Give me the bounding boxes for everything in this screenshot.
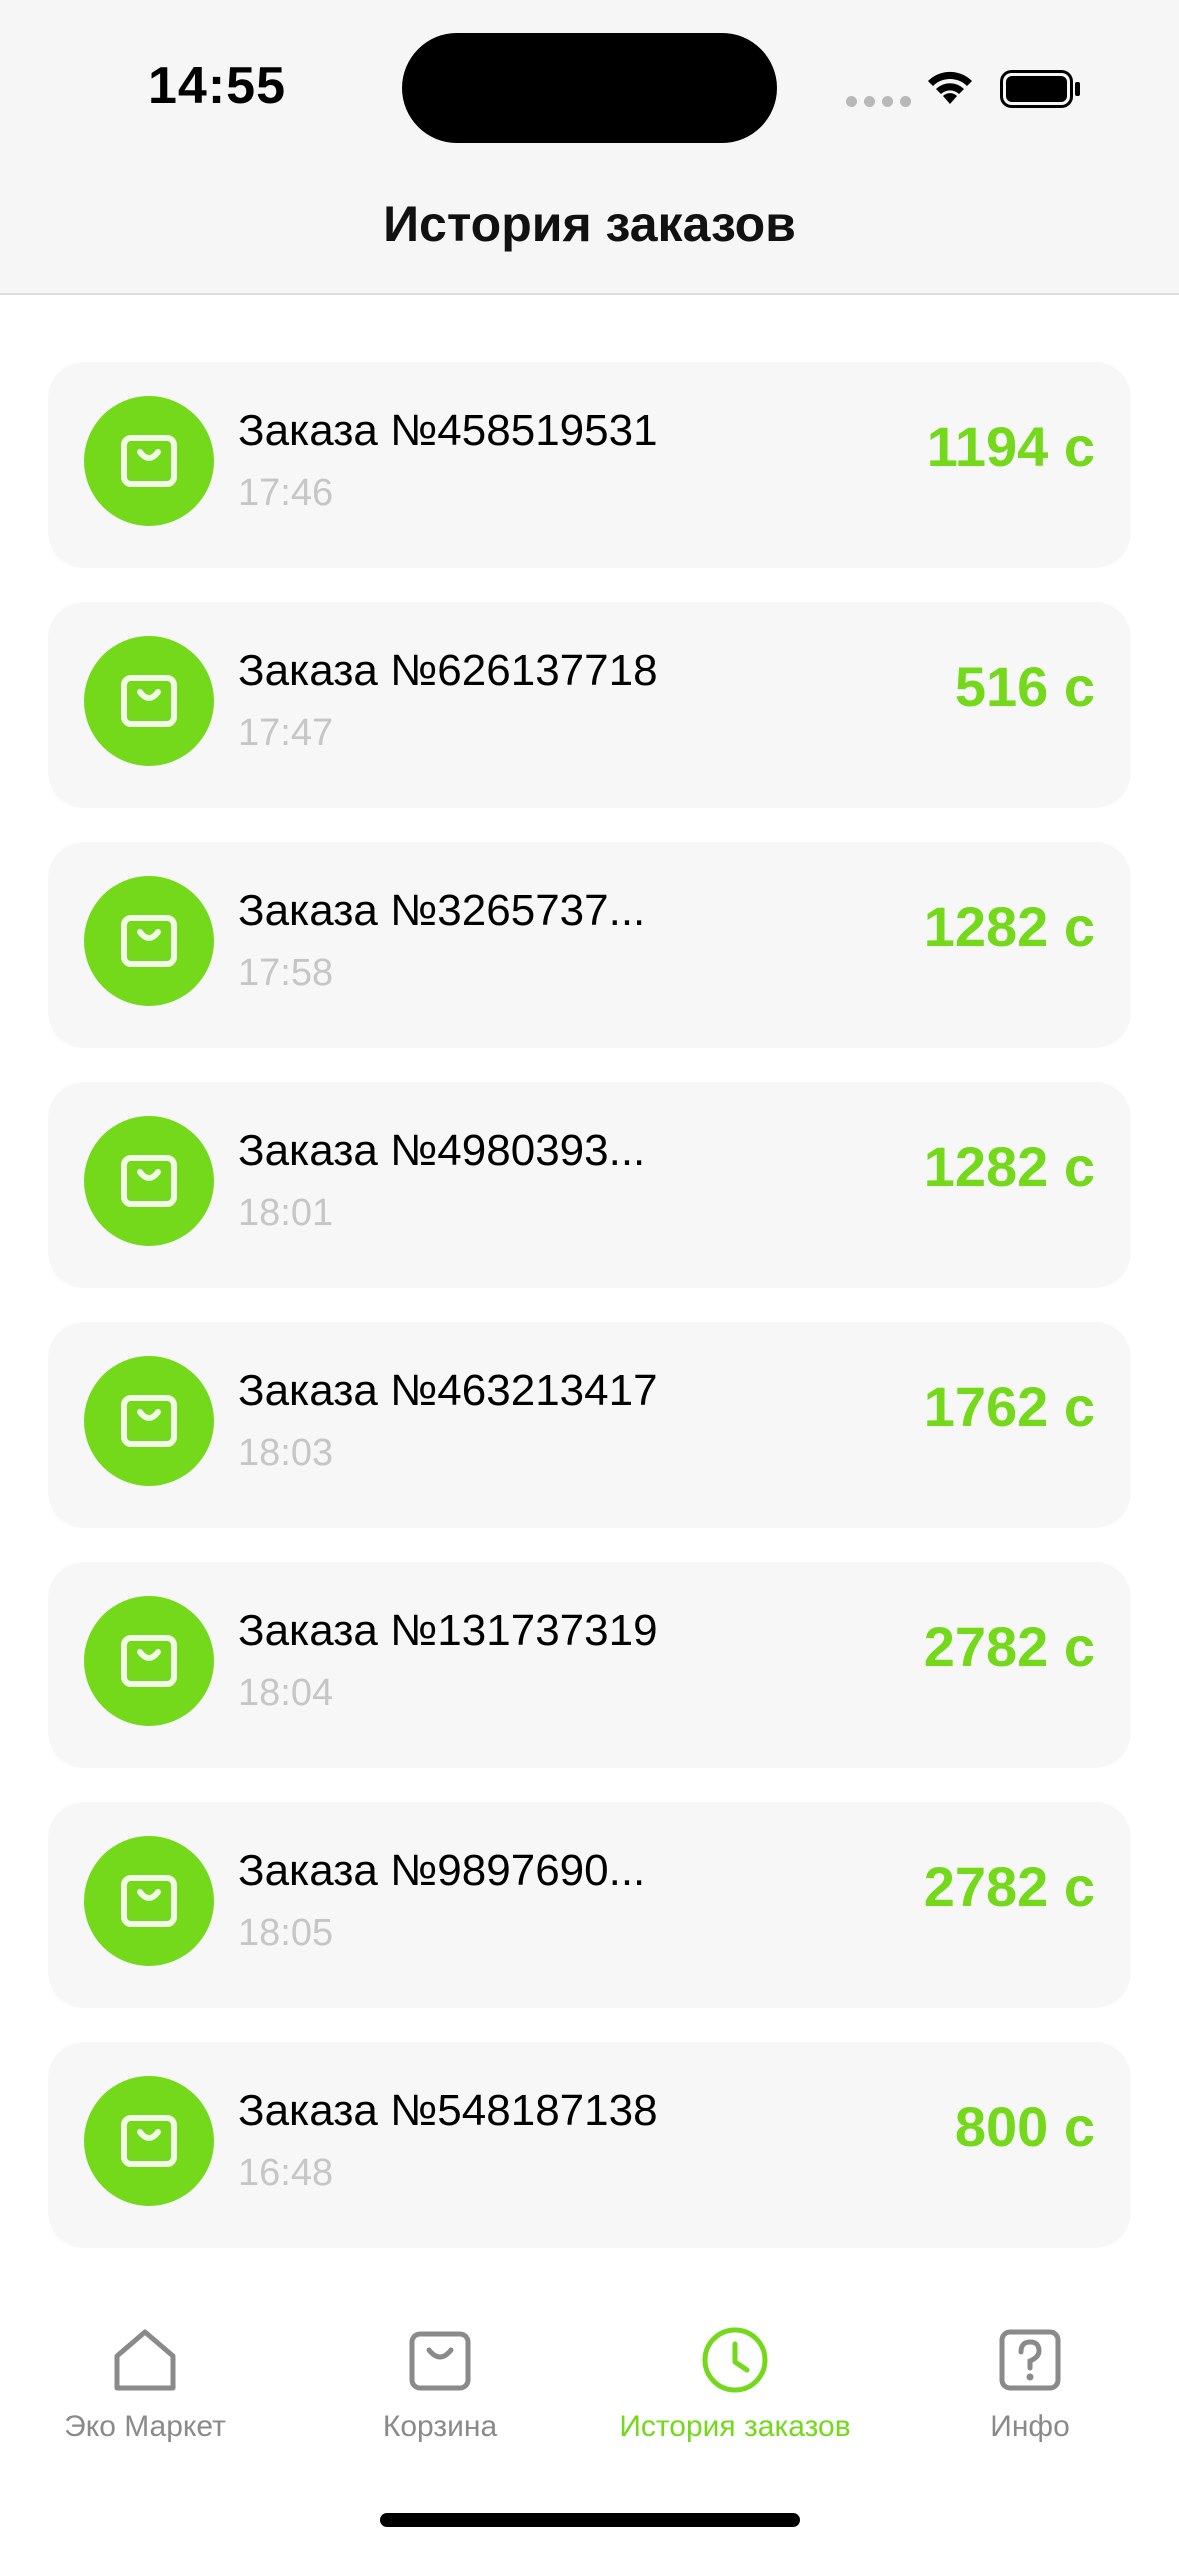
tab-label: История заказов: [619, 2410, 851, 2443]
page-title: История заказов: [383, 196, 796, 252]
order-card[interactable]: Заказа №548187138 16:48 800 с: [48, 2042, 1131, 2248]
order-title: Заказа №548187138: [238, 2086, 658, 2135]
order-title: Заказа №131737319: [238, 1606, 658, 1655]
order-card[interactable]: Заказа №458519531 17:46 1194 с: [48, 362, 1131, 568]
order-title: Заказа №626137718: [238, 646, 658, 695]
order-price: 2782 с: [923, 1855, 1095, 1918]
order-card[interactable]: Заказа №3265737... 17:58 1282 с: [48, 842, 1131, 1048]
order-title: Заказа №9897690...: [238, 1846, 646, 1895]
home-icon: [114, 2329, 176, 2391]
order-time: 18:01: [238, 1192, 334, 1234]
tab-label: Инфо: [990, 2410, 1070, 2443]
bag-icon: [121, 1875, 177, 1927]
order-time: 18:04: [238, 1672, 334, 1714]
order-title: Заказа №4980393...: [238, 1126, 646, 1175]
order-price: 1282 с: [923, 1135, 1095, 1198]
order-badge: [84, 636, 214, 766]
bag-icon: [121, 435, 177, 487]
order-card[interactable]: Заказа №626137718 17:47 516 с: [48, 602, 1131, 808]
order-badge: [84, 1116, 214, 1246]
tab-eco-market[interactable]: Эко Маркет: [0, 2322, 290, 2444]
home-indicator[interactable]: [380, 2513, 800, 2527]
order-price: 1194 с: [926, 415, 1095, 478]
order-card[interactable]: Заказа №131737319 18:04 2782 с: [48, 1562, 1131, 1768]
order-price: 1282 с: [923, 895, 1095, 958]
dynamic-island: [402, 33, 777, 143]
order-badge: [84, 1596, 214, 1726]
bag-icon: [121, 675, 177, 727]
top-bar: 14:55 История заказов: [0, 0, 1179, 295]
order-time: 18:03: [238, 1432, 334, 1474]
order-time: 16:48: [238, 2152, 334, 2194]
wifi-icon: [928, 71, 972, 104]
order-price: 2782 с: [923, 1615, 1095, 1678]
order-time: 17:58: [238, 952, 334, 994]
order-price: 516 с: [954, 655, 1095, 718]
order-time: 18:05: [238, 1912, 334, 1954]
tab-label: Корзина: [382, 2410, 498, 2443]
order-history-screen: 14:55 История заказов Заказа №458519531 …: [0, 0, 1179, 2556]
tab-order-history[interactable]: История заказов: [590, 2322, 880, 2444]
order-badge: [84, 1836, 214, 1966]
order-badge: [84, 1356, 214, 1486]
order-time: 17:47: [238, 712, 334, 754]
bag-icon: [121, 915, 177, 967]
bag-icon: [121, 1395, 177, 1447]
order-title: Заказа №463213417: [238, 1366, 658, 1415]
status-time: 14:55: [148, 57, 286, 115]
bag-icon: [121, 1155, 177, 1207]
order-badge: [84, 396, 214, 526]
order-price: 1762 с: [923, 1375, 1095, 1438]
order-card[interactable]: Заказа №4980393... 18:01 1282 с: [48, 1082, 1131, 1288]
order-badge: [84, 876, 214, 1006]
question-icon: [999, 2329, 1061, 2391]
tab-cart[interactable]: Корзина: [295, 2322, 585, 2444]
order-card[interactable]: Заказа №9897690... 18:05 2782 с: [48, 1802, 1131, 2008]
tab-label: Эко Маркет: [64, 2410, 226, 2443]
order-title: Заказа №458519531: [238, 406, 658, 455]
order-title: Заказа №3265737...: [238, 886, 646, 935]
clock-icon: [702, 2327, 768, 2393]
order-card[interactable]: Заказа №463213417 18:03 1762 с: [48, 1322, 1131, 1528]
bag-icon: [409, 2331, 471, 2391]
cellular-signal-icon: [846, 96, 911, 107]
battery-icon: [1000, 70, 1080, 108]
order-time: 17:46: [238, 472, 334, 514]
order-badge: [84, 2076, 214, 2206]
bag-icon: [121, 2115, 177, 2167]
bag-icon: [121, 1635, 177, 1687]
order-price: 800 с: [954, 2095, 1095, 2158]
tab-info[interactable]: Инфо: [885, 2322, 1175, 2444]
order-list: Заказа №458519531 17:46 1194 с Заказа №6…: [48, 362, 1131, 2282]
